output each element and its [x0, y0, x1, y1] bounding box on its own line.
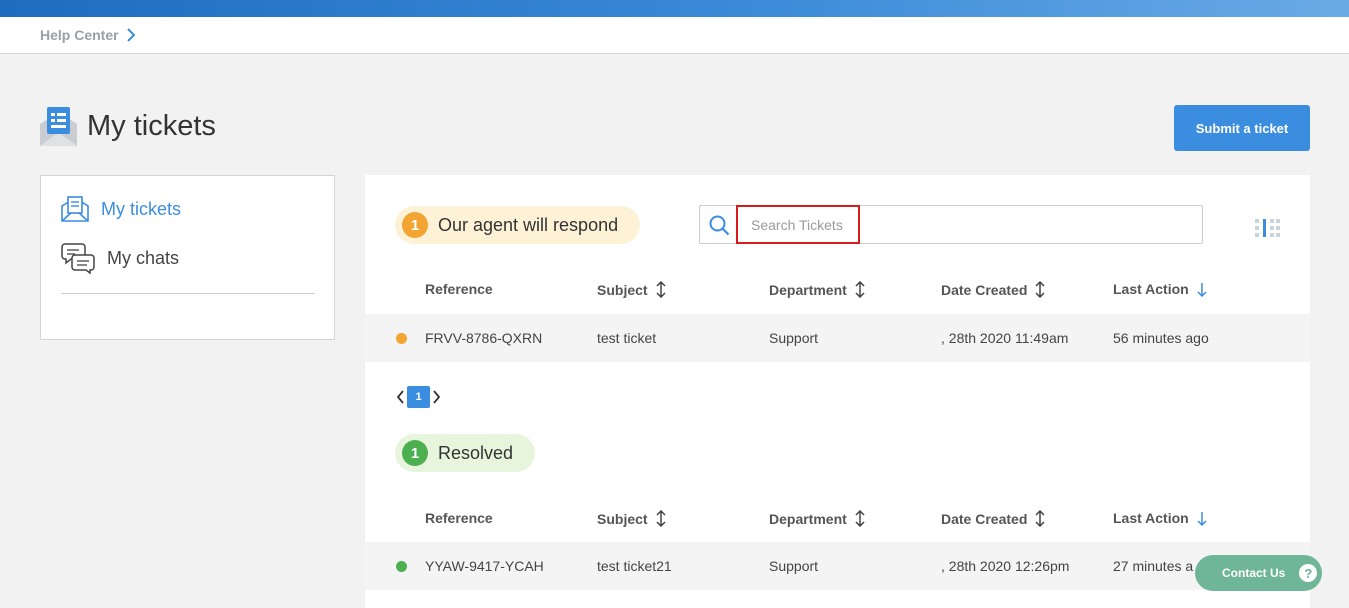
- sort-both-icon: [656, 281, 666, 298]
- contact-us-button[interactable]: Contact Us ?: [1195, 555, 1322, 591]
- table-header: Reference Subject Department Date Create…: [365, 275, 1310, 305]
- ticket-envelope-icon: [61, 196, 89, 222]
- cell-last-action: 56 minutes ago: [1113, 330, 1209, 346]
- sort-both-icon: [855, 281, 865, 298]
- sidebar-divider: [61, 293, 315, 294]
- resolved-status-label: Resolved: [438, 442, 514, 463]
- pending-count-badge: 1: [402, 212, 428, 238]
- breadcrumb-help-center[interactable]: Help Center: [40, 27, 119, 43]
- cell-date-created: , 28th 2020 12:26pm: [941, 558, 1070, 574]
- sort-both-icon: [855, 510, 865, 527]
- column-header-department[interactable]: Department: [769, 510, 865, 527]
- sidebar-item-my-chats[interactable]: My chats: [61, 242, 179, 274]
- sidebar-item-label: My tickets: [101, 198, 182, 219]
- sort-both-icon: [1035, 281, 1045, 298]
- cell-last-action: 27 minutes a: [1113, 558, 1194, 574]
- resolved-count-badge: 1: [402, 440, 428, 466]
- column-header-subject[interactable]: Subject: [597, 510, 666, 527]
- sort-down-icon: [1197, 511, 1207, 526]
- cell-reference: YYAW-9417-YCAH: [425, 558, 544, 574]
- column-header-last-action[interactable]: Last Action: [1113, 281, 1207, 297]
- table-row[interactable]: YYAW-9417-YCAH test ticket21 Support , 2…: [365, 542, 1310, 590]
- table-row[interactable]: FRVV-8786-QXRN test ticket Support , 28t…: [365, 314, 1310, 362]
- chat-bubbles-icon: [61, 243, 95, 274]
- table-header: Reference Subject Department Date Create…: [365, 504, 1310, 534]
- chevron-right-icon[interactable]: [432, 390, 441, 404]
- search-icon[interactable]: [709, 215, 730, 236]
- sidebar-item-my-tickets[interactable]: My tickets: [61, 196, 181, 222]
- contact-us-label: Contact Us: [1222, 566, 1286, 580]
- column-header-date-created[interactable]: Date Created: [941, 510, 1045, 527]
- sort-down-icon: [1197, 282, 1207, 297]
- page-header: My tickets: [40, 106, 216, 146]
- column-header-reference: Reference: [425, 281, 493, 297]
- status-dot: [396, 561, 407, 572]
- search-box: [699, 205, 1203, 244]
- help-icon: ?: [1299, 564, 1318, 582]
- submit-ticket-button[interactable]: Submit a ticket: [1174, 105, 1310, 151]
- cell-department: Support: [769, 330, 819, 346]
- sort-both-icon: [656, 510, 666, 527]
- status-heading-pending: 1 Our agent will respond: [395, 206, 641, 244]
- page-title: My tickets: [87, 109, 216, 142]
- tickets-panel: 1 Our agent will respond Reference Subje…: [365, 175, 1310, 608]
- column-header-date-created[interactable]: Date Created: [941, 281, 1045, 298]
- page-number-button[interactable]: 1: [407, 386, 430, 408]
- sidebar-item-label: My chats: [107, 247, 180, 268]
- status-dot: [396, 333, 407, 344]
- breadcrumb: Help Center: [40, 27, 135, 43]
- sort-both-icon: [1035, 510, 1045, 527]
- column-header-department[interactable]: Department: [769, 281, 865, 298]
- column-header-subject[interactable]: Subject: [597, 281, 666, 298]
- sidebar: My tickets My chats: [40, 175, 335, 340]
- status-heading-resolved: 1 Resolved: [395, 434, 536, 472]
- cell-subject: test ticket21: [597, 558, 672, 574]
- cell-reference: FRVV-8786-QXRN: [425, 330, 543, 346]
- ticket-envelope-icon: [40, 107, 77, 146]
- breadcrumb-bar: Help Center: [0, 17, 1349, 54]
- chevron-right-icon: [126, 28, 135, 42]
- cell-date-created: , 28th 2020 11:49am: [941, 330, 1069, 346]
- pending-status-label: Our agent will respond: [438, 214, 619, 235]
- cell-department: Support: [769, 558, 819, 574]
- column-header-last-action[interactable]: Last Action: [1113, 510, 1207, 526]
- chevron-left-icon[interactable]: [396, 390, 405, 404]
- column-header-reference: Reference: [425, 510, 493, 526]
- column-view-icon[interactable]: [1255, 219, 1281, 237]
- search-input[interactable]: [736, 205, 860, 244]
- pagination: 1: [396, 386, 441, 408]
- cell-subject: test ticket: [597, 330, 657, 346]
- top-gradient-bar: [0, 0, 1349, 17]
